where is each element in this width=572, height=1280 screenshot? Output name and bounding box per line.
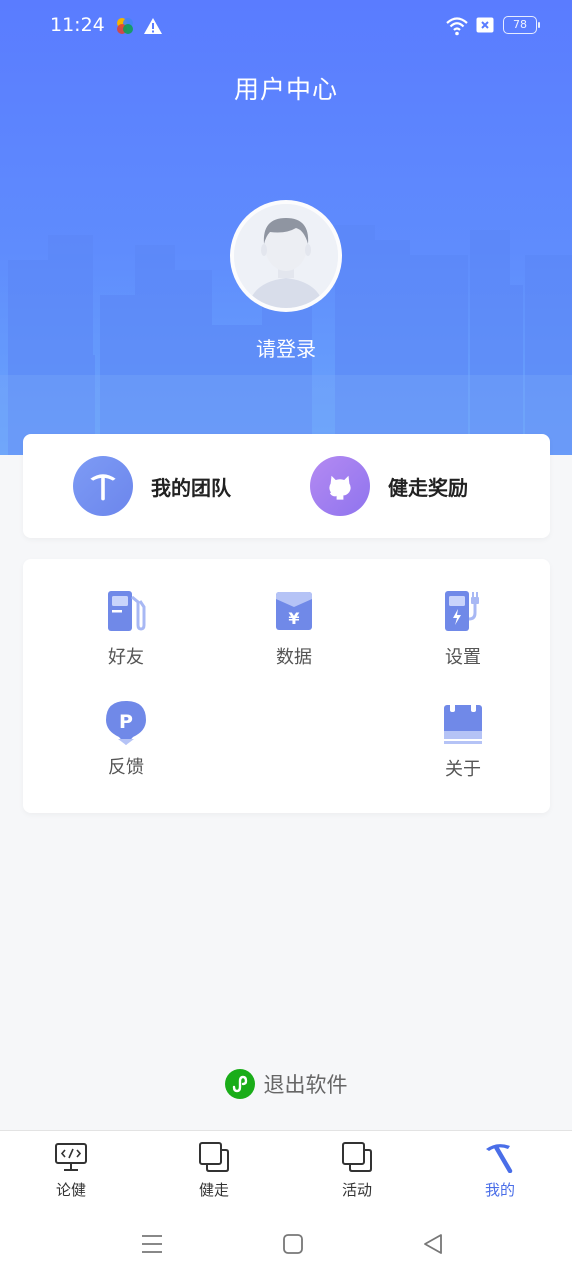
friends-label: 好友 — [108, 647, 144, 668]
tab-walk-label: 健走 — [198, 1181, 229, 1199]
tab-mine-label: 我的 — [484, 1181, 515, 1199]
exit-app-label: 退出软件 — [263, 1073, 348, 1097]
copy-squares-icon — [342, 1142, 372, 1172]
fuel-pump-icon — [108, 591, 146, 631]
github-cat-icon — [310, 456, 370, 516]
tab-activity-label: 活动 — [341, 1181, 372, 1199]
quick-actions-card: 我的团队 健走奖励 — [23, 434, 550, 538]
grid-item-about[interactable]: 关于 — [408, 701, 518, 781]
parking-pin-icon: P — [106, 701, 146, 745]
page-title: 用户中心 — [233, 75, 338, 104]
exit-app-button[interactable]: 退出软件 — [0, 1064, 572, 1104]
status-bar: 11:24 78 — [0, 0, 572, 52]
battery-level: 78 — [513, 18, 527, 31]
yuan-envelope-icon: ¥ — [276, 592, 312, 630]
settings-label: 设置 — [445, 647, 481, 668]
default-user-avatar-icon — [234, 204, 338, 308]
grid-item-settings[interactable]: 设置 — [408, 589, 518, 669]
home-icon[interactable] — [281, 1232, 305, 1256]
calendar-icon — [444, 702, 482, 744]
mini-program-icon — [224, 1069, 255, 1099]
walk-reward-label: 健走奖励 — [388, 475, 468, 500]
tab-discuss[interactable]: 论健 — [26, 1141, 116, 1200]
my-team-label: 我的团队 — [151, 475, 231, 500]
no-sim-icon — [476, 17, 494, 33]
walk-reward-button[interactable]: 健走奖励 — [310, 456, 468, 516]
grid-item-friends[interactable]: 好友 — [71, 589, 181, 669]
grid-item-data[interactable]: ¥ 数据 — [239, 589, 349, 669]
tab-walk[interactable]: 健走 — [169, 1141, 259, 1200]
menu-icon[interactable] — [140, 1232, 164, 1256]
status-time: 11:24 — [50, 14, 105, 36]
grid-item-feedback[interactable]: P 反馈 — [71, 699, 181, 779]
app-icon — [117, 18, 133, 34]
avatar[interactable] — [230, 200, 342, 312]
back-icon[interactable] — [421, 1232, 445, 1256]
warning-icon — [144, 18, 162, 34]
pickaxe-icon — [73, 456, 133, 516]
pickaxe-icon — [486, 1144, 513, 1173]
charging-station-icon — [445, 591, 479, 631]
login-prompt[interactable]: 请登录 — [0, 333, 572, 362]
svg-text:¥: ¥ — [288, 609, 299, 628]
monitor-code-icon — [55, 1143, 87, 1171]
tab-mine[interactable]: 我的 — [455, 1141, 545, 1200]
header-banner: 11:24 78 用户中心 请登录 — [0, 0, 572, 455]
tab-activity[interactable]: 活动 — [312, 1141, 402, 1200]
wifi-icon — [446, 17, 468, 36]
tab-discuss-label: 论健 — [55, 1181, 86, 1199]
system-navigation-bar — [0, 1210, 572, 1280]
svg-text:P: P — [119, 711, 133, 733]
my-team-button[interactable]: 我的团队 — [73, 456, 231, 516]
bottom-tab-bar: 论健 健走 活动 我的 — [0, 1130, 572, 1210]
menu-grid-card: 好友 ¥ 数据 设置 P 反馈 关于 — [23, 559, 550, 813]
data-label: 数据 — [276, 647, 312, 668]
about-label: 关于 — [445, 759, 481, 780]
feedback-label: 反馈 — [108, 757, 144, 778]
battery-icon: 78 — [503, 16, 540, 34]
copy-squares-icon — [199, 1142, 229, 1172]
